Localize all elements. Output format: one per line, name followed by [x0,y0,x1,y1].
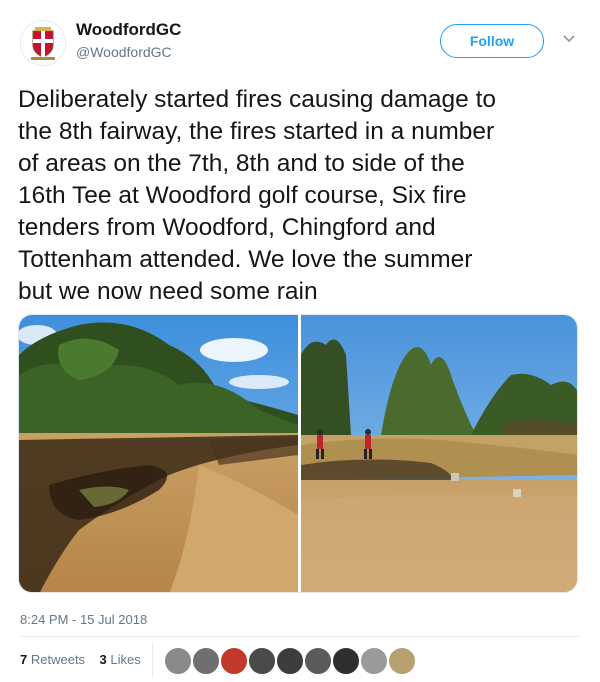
stats-separator [152,642,153,678]
tweet-text: Deliberately started fires causing damag… [18,84,583,308]
account-handle[interactable]: @WoodfordGC [76,44,172,60]
likes-count[interactable]: 3 [100,652,107,667]
tweet-text-line: Deliberately started fires causing damag… [18,86,497,113]
photo-burnt-fairway[interactable] [19,315,298,593]
tweet-text-line: but we now need some rain [18,278,318,305]
photo-firefighters[interactable] [301,315,578,593]
tweet-timestamp[interactable]: 8:24 PM - 15 Jul 2018 [20,612,147,627]
avatar[interactable] [20,20,66,66]
retweets-count[interactable]: 7 [20,652,27,667]
tweet-text-line: Tottenham attended. We love the summer [18,246,473,273]
avatar[interactable] [248,647,276,675]
likes-label[interactable]: Likes [110,652,140,667]
avatar[interactable] [164,647,192,675]
avatar[interactable] [388,647,416,675]
avatar[interactable] [332,647,360,675]
follow-button[interactable]: Follow [440,24,544,58]
avatar[interactable] [220,647,248,675]
engagement-stats: 7 Retweets 3 Likes [20,652,141,667]
retweets-label[interactable]: Retweets [31,652,85,667]
avatar[interactable] [360,647,388,675]
avatar[interactable] [192,647,220,675]
avatar[interactable] [304,647,332,675]
avatar[interactable] [276,647,304,675]
club-crest-icon [21,21,65,65]
tweet-text-line: tenders from Woodford, Chingford and [18,214,436,241]
chevron-down-icon[interactable] [562,34,576,44]
tweet-text-line: the 8th fairway, the fires started in a … [18,118,495,145]
tweet-card: WoodfordGC @WoodfordGC Follow Deliberate… [0,0,600,682]
tweet-text-line: 16th Tee at Woodford golf course, Six fi… [18,182,467,209]
media-gallery [18,314,578,593]
divider [20,636,580,637]
tweet-text-line: of areas on the 7th, 8th and to side of … [18,150,465,177]
account-name[interactable]: WoodfordGC [76,20,181,40]
